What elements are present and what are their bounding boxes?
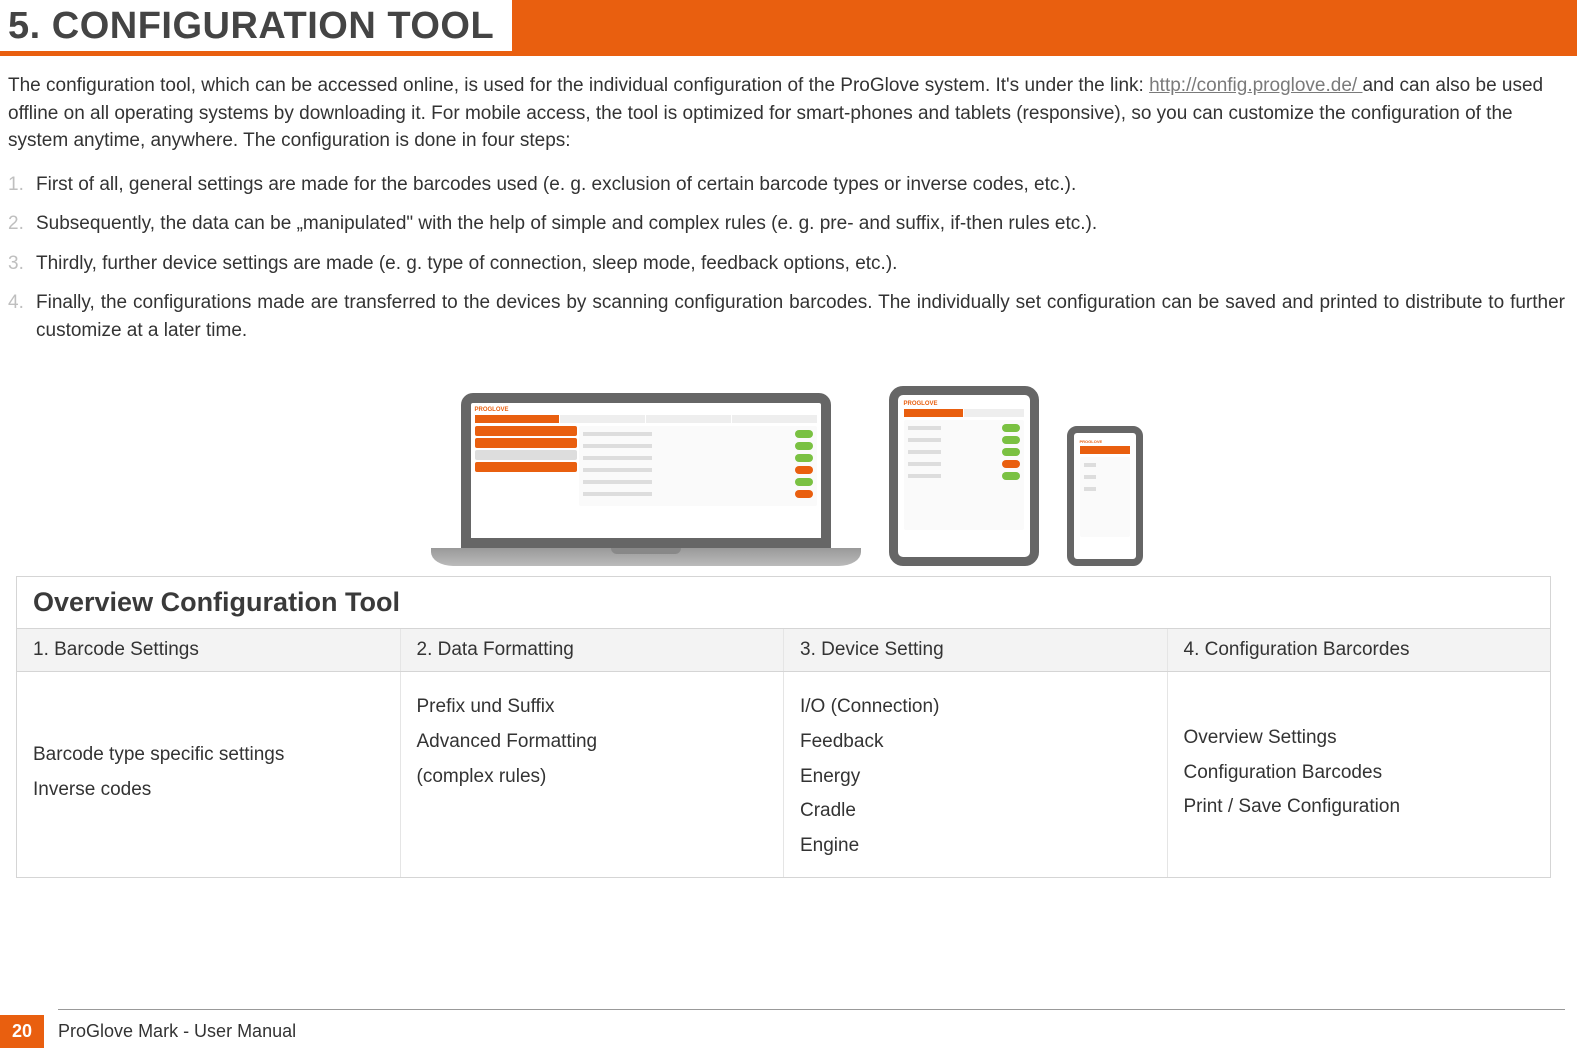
step-text: Thirdly, further device settings are mad… — [36, 250, 1565, 278]
overview-item: Cradle — [800, 798, 1151, 825]
overview-cell: Prefix und Suffix Advanced Formatting (c… — [401, 672, 785, 877]
step-item: 3.Thirdly, further device settings are m… — [8, 250, 1565, 278]
laptop-icon: PROGLOVE — [431, 393, 861, 566]
overview-item: Configuration Barcodes — [1184, 760, 1535, 787]
step-number: 4. — [8, 289, 36, 344]
overview-item: Prefix und Suffix — [417, 694, 768, 721]
overview-title: Overview Configuration Tool — [17, 577, 1550, 628]
overview-item: Barcode type specific settings — [33, 742, 384, 769]
overview-item: Energy — [800, 764, 1151, 791]
intro-part1: The configuration tool, which can be acc… — [8, 75, 1149, 96]
step-number: 3. — [8, 250, 36, 278]
overview-cell: Overview Settings Configuration Barcodes… — [1168, 672, 1551, 877]
overview-col-header: 4. Configuration Barcordes — [1168, 629, 1551, 671]
phone-icon: PROGLOVE — [1067, 426, 1143, 566]
overview-item: I/O (Connection) — [800, 694, 1151, 721]
overview-cell: I/O (Connection) Feedback Energy Cradle … — [784, 672, 1168, 877]
overview-cell: Barcode type specific settings Inverse c… — [17, 672, 401, 877]
section-title: 5. CONFIGURATION TOOL — [0, 0, 512, 51]
config-link[interactable]: http://config.proglove.de/ — [1149, 75, 1362, 96]
responsive-devices-illustration: PROGLOVE — [8, 366, 1565, 566]
overview-item: Inverse codes — [33, 777, 384, 804]
mini-logo: PROGLOVE — [1080, 439, 1130, 444]
page-footer: 20 ProGlove Mark - User Manual — [0, 1015, 296, 1048]
steps-list: 1.First of all, general settings are mad… — [8, 171, 1565, 345]
step-item: 2.Subsequently, the data can be „manipul… — [8, 210, 1565, 238]
section-header: 5. CONFIGURATION TOOL — [0, 0, 1577, 56]
overview-table: Overview Configuration Tool 1. Barcode S… — [16, 576, 1551, 878]
page-number-badge: 20 — [0, 1015, 44, 1048]
overview-header-row: 1. Barcode Settings 2. Data Formatting 3… — [17, 628, 1550, 672]
step-number: 1. — [8, 171, 36, 199]
step-item: 1.First of all, general settings are mad… — [8, 171, 1565, 199]
overview-body-row: Barcode type specific settings Inverse c… — [17, 672, 1550, 877]
overview-item: Engine — [800, 833, 1151, 860]
tablet-icon: PROGLOVE — [889, 386, 1039, 566]
step-item: 4.Finally, the configurations made are t… — [8, 289, 1565, 344]
overview-item: (complex rules) — [417, 764, 768, 791]
overview-col-header: 1. Barcode Settings — [17, 629, 401, 671]
overview-item: Feedback — [800, 729, 1151, 756]
overview-col-header: 3. Device Setting — [784, 629, 1168, 671]
step-text: Finally, the configurations made are tra… — [36, 289, 1565, 344]
mini-logo: PROGLOVE — [904, 401, 1024, 407]
overview-item: Print / Save Configuration — [1184, 794, 1535, 821]
overview-col-header: 2. Data Formatting — [401, 629, 785, 671]
step-text: First of all, general settings are made … — [36, 171, 1565, 199]
intro-paragraph: The configuration tool, which can be acc… — [8, 72, 1565, 155]
footer-manual-title: ProGlove Mark - User Manual — [44, 1021, 296, 1042]
overview-item: Overview Settings — [1184, 725, 1535, 752]
mini-logo: PROGLOVE — [475, 407, 817, 413]
header-accent — [512, 0, 1577, 51]
overview-item: Advanced Formatting — [417, 729, 768, 756]
step-number: 2. — [8, 210, 36, 238]
footer-rule — [58, 1009, 1565, 1010]
step-text: Subsequently, the data can be „manipulat… — [36, 210, 1565, 238]
